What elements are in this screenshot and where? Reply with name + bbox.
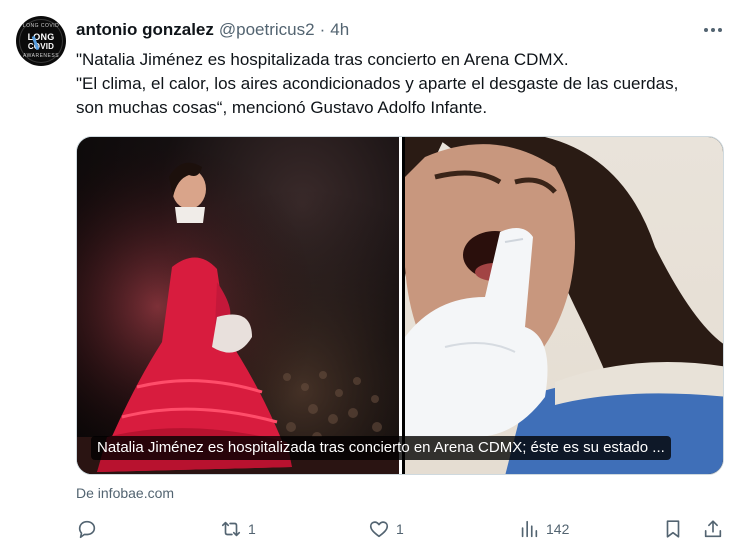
post-text: "Natalia Jiménez es hospitalizada tras c…: [76, 48, 736, 120]
link-card-media[interactable]: Natalia Jiménez es hospitalizada tras co…: [76, 136, 724, 475]
avatar[interactable]: LONG COVID LONG COVID AWARENESS: [16, 16, 66, 66]
reply-icon: [78, 520, 96, 539]
share-button[interactable]: [702, 514, 724, 544]
views-count: 142: [546, 521, 570, 537]
post-text-line: "El clima, el calor, los aires acondicio…: [76, 74, 679, 93]
post-text-line: "Natalia Jiménez es hospitalizada tras c…: [76, 50, 569, 69]
throat-exam-photo: [405, 137, 723, 474]
action-bar: 1 1 142: [76, 514, 732, 544]
avatar-top-text: LONG COVID: [22, 23, 60, 29]
link-card-title: Natalia Jiménez es hospitalizada tras co…: [91, 436, 671, 460]
post-header: antonio gonzalez @poetricus2 · 4h: [76, 19, 349, 41]
more-dots-icon[interactable]: [702, 22, 724, 38]
media-divider: [399, 137, 402, 474]
post-card: LONG COVID LONG COVID AWARENESS antonio …: [0, 0, 752, 556]
like-button[interactable]: 1: [368, 514, 404, 544]
views-button[interactable]: 142: [518, 514, 569, 544]
post-text-line: son muchas cosas“, mencionó Gustavo Adol…: [76, 98, 488, 117]
repost-button[interactable]: 1: [220, 514, 256, 544]
link-source[interactable]: De infobae.com: [76, 484, 174, 502]
reply-button[interactable]: [76, 514, 104, 544]
heart-icon: [369, 521, 389, 538]
repost-count: 1: [248, 521, 256, 537]
share-icon: [704, 520, 722, 538]
avatar-bottom-text: AWARENESS: [22, 53, 60, 59]
bookmark-icon: [666, 520, 680, 538]
author-name[interactable]: antonio gonzalez: [76, 19, 214, 41]
views-chart-icon: [521, 520, 538, 538]
post-timestamp[interactable]: 4h: [330, 19, 349, 41]
repost-icon: [221, 521, 241, 537]
bookmark-button[interactable]: [662, 514, 684, 544]
author-handle[interactable]: @poetricus2: [219, 19, 315, 41]
concert-photo: [77, 137, 399, 474]
separator-dot: ·: [319, 20, 326, 39]
like-count: 1: [396, 521, 404, 537]
